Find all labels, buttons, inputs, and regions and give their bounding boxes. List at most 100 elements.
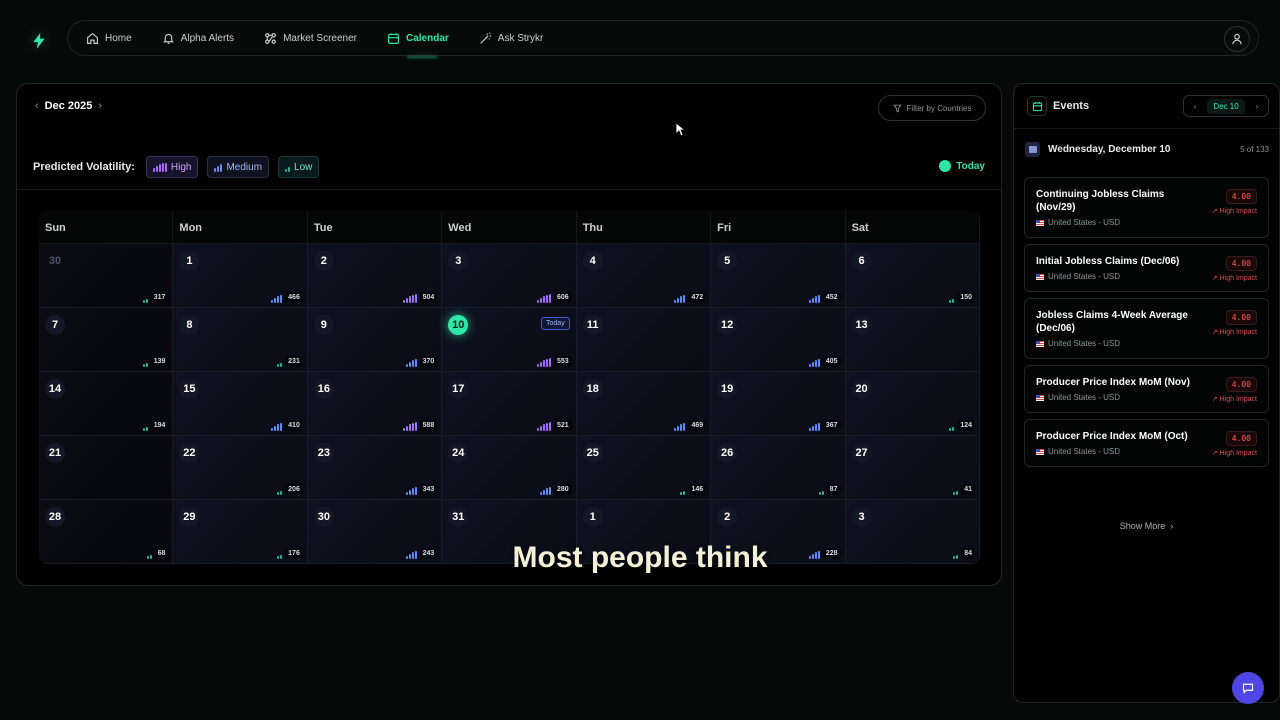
logo-bolt-icon[interactable] bbox=[22, 24, 56, 58]
volatility-title: Predicted Volatility: bbox=[33, 161, 135, 173]
user-profile-button[interactable] bbox=[1224, 26, 1250, 52]
volatility-medium-badge[interactable]: Medium bbox=[207, 156, 270, 178]
calendar-day[interactable]: 2 504 bbox=[307, 244, 443, 308]
calendar-day[interactable]: 4 472 bbox=[576, 244, 712, 308]
prev-month-chevron-icon[interactable]: ‹ bbox=[35, 100, 39, 112]
nav-ask-strykr[interactable]: Ask Strykr bbox=[479, 31, 543, 45]
day-volatility-meta: 521 bbox=[537, 420, 572, 431]
calendar-day[interactable]: 3 606 bbox=[442, 244, 577, 308]
event-impact-text: High Impact bbox=[1219, 275, 1257, 282]
volatility-bars-icon bbox=[680, 486, 686, 495]
volatility-bars-icon bbox=[271, 422, 283, 431]
event-date-value[interactable]: Dec 10 bbox=[1207, 98, 1245, 114]
us-flag-icon bbox=[1036, 448, 1044, 455]
today-legend-label: Today bbox=[956, 160, 985, 172]
event-count-badge: 553 bbox=[554, 356, 572, 367]
day-number: 11 bbox=[582, 315, 603, 335]
day-number: 12 bbox=[717, 315, 738, 335]
calendar-day[interactable]: 30 317 bbox=[39, 244, 174, 308]
day-volatility-meta: 139 bbox=[142, 356, 169, 367]
events-calendar-icon bbox=[1027, 96, 1047, 116]
event-count-badge: 317 bbox=[150, 292, 169, 303]
calendar-day[interactable]: 14 194 bbox=[39, 372, 174, 436]
calendar-day[interactable]: 8 231 bbox=[173, 308, 308, 372]
nav-market-screener[interactable]: Market Screener bbox=[264, 32, 357, 45]
event-country-label: United States - USD bbox=[1048, 447, 1121, 456]
volatility-bars-icon bbox=[808, 294, 820, 303]
calendar-day-today[interactable]: 10 Today 553 bbox=[442, 308, 577, 372]
prev-day-chevron-icon[interactable]: ‹ bbox=[1188, 102, 1202, 111]
calendar-day[interactable]: 24 280 bbox=[442, 436, 577, 500]
volatility-bars-icon bbox=[953, 486, 959, 495]
today-dot-icon bbox=[939, 160, 952, 172]
calendar-day[interactable]: 1 466 bbox=[173, 244, 308, 308]
day-volatility-meta: 280 bbox=[540, 484, 572, 495]
calendar-day[interactable]: 17 521 bbox=[442, 372, 577, 436]
event-card[interactable]: Continuing Jobless Claims (Nov/29) United… bbox=[1024, 177, 1269, 238]
event-date-switcher: ‹ Dec 10 › bbox=[1183, 95, 1269, 117]
calendar-day[interactable]: 11 bbox=[576, 308, 712, 372]
events-date-label: Wednesday, December 10 bbox=[1048, 143, 1171, 155]
day-number: 18 bbox=[582, 379, 603, 399]
today-legend[interactable]: Today bbox=[939, 160, 985, 172]
calendar-day[interactable]: 12 405 bbox=[711, 308, 846, 372]
calendar-day[interactable]: 20 124 bbox=[845, 372, 980, 436]
calendar-day[interactable]: 5 452 bbox=[711, 244, 846, 308]
calendar-day[interactable]: 26 87 bbox=[711, 436, 846, 500]
volatility-low-badge[interactable]: Low bbox=[278, 156, 320, 178]
nav-alpha-alerts[interactable]: Alpha Alerts bbox=[162, 32, 234, 45]
volatility-high-badge[interactable]: High bbox=[145, 156, 199, 178]
calendar-day[interactable]: 16 588 bbox=[307, 372, 443, 436]
calendar-day[interactable]: 15 410 bbox=[173, 372, 308, 436]
calendar-day[interactable]: 6 150 bbox=[845, 244, 980, 308]
volatility-bars-icon bbox=[537, 358, 552, 367]
chat-support-button[interactable] bbox=[1232, 672, 1264, 704]
nav-home[interactable]: Home bbox=[86, 32, 132, 45]
calendar-day[interactable]: 13 bbox=[845, 308, 980, 372]
calendar-day[interactable]: 27 41 bbox=[845, 436, 980, 500]
event-card[interactable]: Producer Price Index MoM (Oct) United Sta… bbox=[1024, 419, 1269, 467]
screener-icon bbox=[265, 32, 277, 44]
calendar-day[interactable]: 18 469 bbox=[576, 372, 712, 436]
calendar-day[interactable]: 21 bbox=[39, 436, 174, 500]
calendar-day[interactable]: 25 146 bbox=[576, 436, 712, 500]
calendar-panel: ‹ Dec 2025 › Filter by Countries Predict… bbox=[16, 83, 1002, 586]
home-icon bbox=[87, 32, 98, 44]
calendar-day[interactable]: 23 343 bbox=[307, 436, 443, 500]
event-count-badge: 469 bbox=[688, 420, 707, 431]
show-more-button[interactable]: Show More › bbox=[1014, 521, 1279, 531]
filter-countries-button[interactable]: Filter by Countries bbox=[878, 95, 986, 121]
event-card[interactable]: Producer Price Index MoM (Nov) United Sta… bbox=[1024, 365, 1269, 413]
event-count-badge: 194 bbox=[150, 420, 169, 431]
event-count-badge: 124 bbox=[957, 420, 975, 431]
event-count-badge: 521 bbox=[554, 420, 572, 431]
volatility-bars-icon bbox=[277, 486, 283, 495]
day-number: 22 bbox=[179, 443, 200, 463]
event-impact-value: 4.00 bbox=[1225, 256, 1257, 271]
next-month-chevron-icon[interactable]: › bbox=[98, 100, 102, 112]
next-day-chevron-icon[interactable]: › bbox=[1250, 102, 1264, 111]
calendar-day[interactable]: 22 206 bbox=[173, 436, 308, 500]
day-volatility-meta: 231 bbox=[277, 356, 303, 367]
nav-home-label: Home bbox=[105, 32, 132, 44]
events-count: 5 of 133 bbox=[1240, 144, 1269, 154]
chevron-right-icon: › bbox=[1167, 521, 1174, 531]
calendar-day[interactable]: 7 139 bbox=[39, 308, 174, 372]
event-country-label: United States - USD bbox=[1048, 272, 1121, 281]
day-number: 20 bbox=[851, 379, 872, 399]
event-name: Jobless Claims 4-Week Average (Dec/06) bbox=[1036, 310, 1188, 334]
nav-calendar[interactable]: Calendar bbox=[387, 32, 449, 45]
events-header: Events ‹ Dec 10 › bbox=[1014, 84, 1279, 129]
weekday-header: Mon bbox=[173, 211, 308, 244]
event-country-label: United States - USD bbox=[1048, 339, 1121, 348]
calendar-day[interactable]: 9 370 bbox=[307, 308, 443, 372]
calendar-day[interactable]: 19 367 bbox=[711, 372, 846, 436]
volatility-bars-icon bbox=[142, 422, 148, 431]
day-number: 24 bbox=[448, 443, 469, 463]
day-volatility-meta: 367 bbox=[808, 420, 841, 431]
event-card[interactable]: Initial Jobless Claims (Dec/06) United St… bbox=[1024, 244, 1269, 292]
event-card[interactable]: Jobless Claims 4-Week Average (Dec/06) Un… bbox=[1024, 298, 1269, 359]
event-name: Producer Price Index MoM (Oct) bbox=[1036, 431, 1188, 442]
day-volatility-meta: 452 bbox=[808, 292, 841, 303]
calendar-days: 30 317 1 466 2 504 3 606 4 472 5 452 6 150 7 139 8 231 9 37… bbox=[39, 244, 980, 564]
